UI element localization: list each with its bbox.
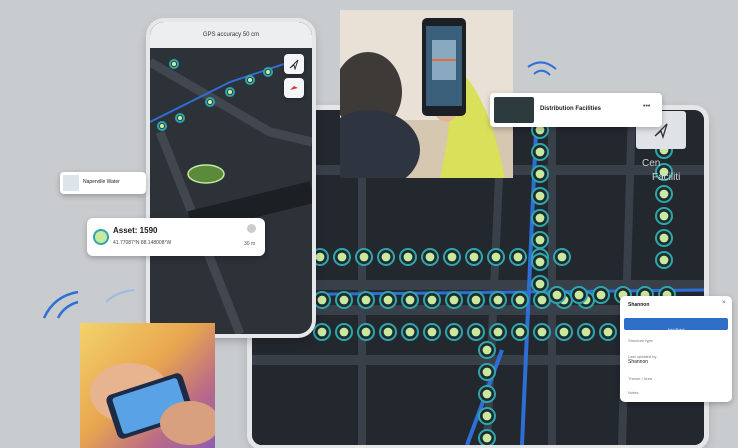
panel-field[interactable]: Last updated by Shannon [628, 354, 726, 365]
field-label: Notes [628, 390, 639, 395]
phone-area-polygon[interactable] [187, 164, 225, 184]
distribution-title: Distribution Facilities [540, 106, 602, 112]
asset-title: Asset: 1590 [113, 226, 158, 235]
map-label-facilities: Faciliti [652, 172, 681, 183]
panel-field[interactable]: Notes [628, 390, 726, 395]
panel-close-icon[interactable]: × [722, 300, 726, 306]
naperville-thumbnail [63, 175, 79, 191]
attribute-panel: Shannon × Add Point Structure type Last … [620, 296, 732, 402]
compass-button[interactable] [284, 78, 304, 98]
panel-field[interactable]: Theme / Area [628, 376, 726, 381]
panel-title: Shannon [628, 302, 650, 308]
gps-status-bar: GPS accuracy 50 cm [150, 22, 312, 48]
panel-field[interactable]: Structure type [628, 338, 726, 343]
more-options-icon[interactable]: ••• [643, 103, 650, 110]
close-icon[interactable] [247, 224, 256, 233]
wifi-waves-top-icon [527, 61, 557, 76]
phone-device: GPS accuracy 50 cm [150, 22, 312, 334]
asset-symbol-icon [95, 231, 107, 243]
naperville-water-card[interactable]: Naperville Water [60, 172, 146, 194]
compass-icon [290, 86, 298, 90]
naperville-label: Naperville Water [83, 179, 120, 185]
locate-button[interactable] [284, 54, 304, 74]
field-label: Theme / Area [628, 376, 653, 381]
hand-phone-photo [80, 323, 215, 448]
add-point-button[interactable]: Add Point [624, 318, 728, 332]
field-label: Structure type [628, 338, 653, 343]
asset-card[interactable]: Asset: 1590 41.77087°N 88.148008°W 30 m [87, 218, 265, 256]
distribution-thumbnail [494, 97, 534, 123]
distribution-facilities-card[interactable]: Distribution Facilities ••• [490, 93, 662, 127]
map-label-center: Cen [642, 158, 661, 169]
location-arrow-icon [289, 59, 299, 70]
asset-coordinates: 41.77087°N 88.148008°W [113, 240, 172, 246]
wifi-waves-left-icon [42, 289, 135, 319]
field-value: Shannon [628, 359, 649, 365]
asset-distance: 30 m [244, 241, 256, 247]
gps-accuracy-text: GPS accuracy 50 cm [202, 32, 260, 38]
add-point-label: Add Point [667, 327, 685, 332]
field-worker-photo [340, 10, 513, 178]
